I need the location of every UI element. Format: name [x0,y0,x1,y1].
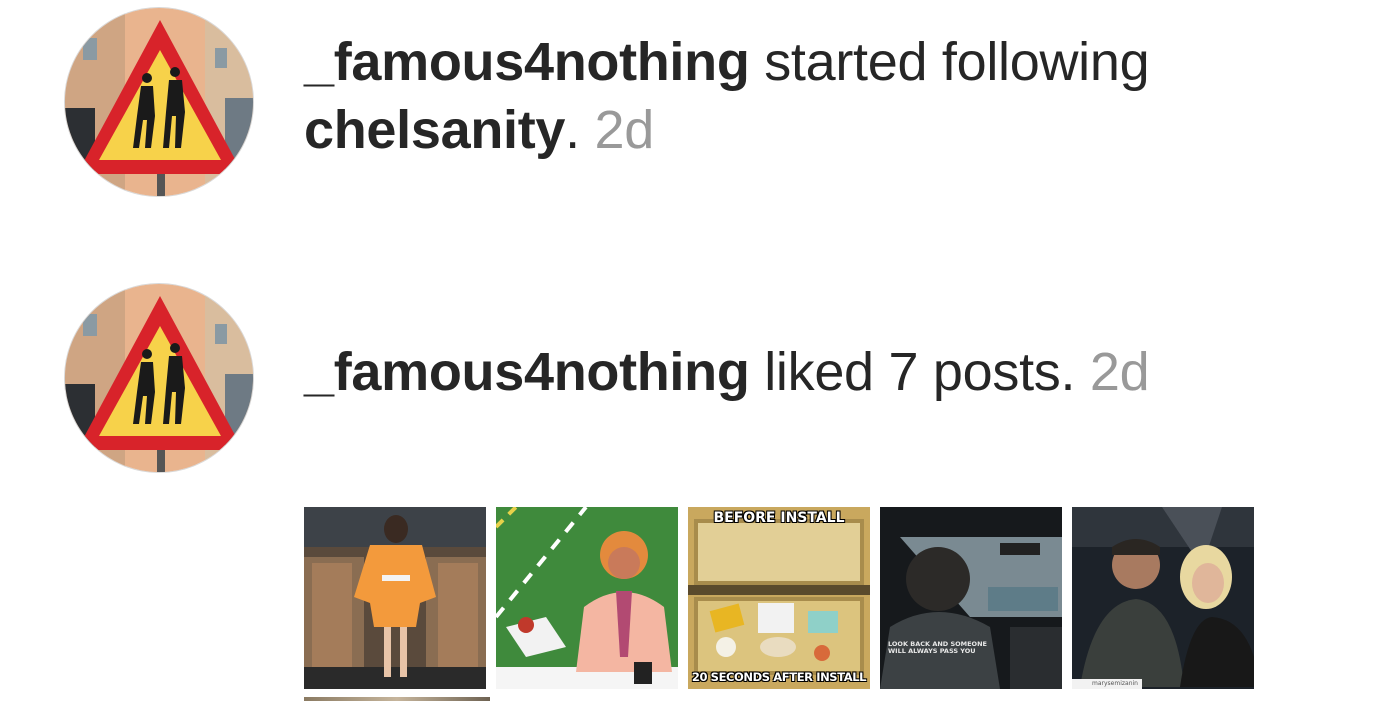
meme-caption-bottom: 20 SECONDS AFTER INSTALL [691,670,867,684]
activity-feed: _famous4nothing started following chelsa… [0,0,1396,701]
post-thumbnail-football-announcer[interactable] [496,507,678,689]
next-row-thumbnail-edge[interactable] [304,697,490,701]
notification-action: started following [764,32,1150,92]
notification-text: _famous4nothing started following chelsa… [304,28,1150,164]
meme-caption-top: BEFORE INSTALL [713,510,845,526]
timestamp: 2d [1089,342,1150,402]
post-thumbnail-before-after-install[interactable]: BEFORE INSTALL 20 SECONDS AFTER INSTALL [688,507,870,689]
image-watermark: marysemizanin [1092,680,1138,687]
image-caption: LOOK BACK AND SOMEONE WILL ALWAYS PASS Y… [888,640,987,655]
username-link[interactable]: _famous4nothing [304,32,750,92]
post-thumbnail-orange-outfit[interactable] [304,507,486,689]
pedestrian-warning-sign-icon [65,8,253,196]
post-thumbnail-couple-selfie[interactable]: marysemizanin [1072,507,1254,689]
pedestrian-warning-sign-icon [65,284,253,472]
timestamp: 2d [594,100,655,160]
notification-text: _famous4nothing liked 7 posts. 2d [304,338,1150,406]
avatar[interactable] [64,7,254,197]
username-link[interactable]: _famous4nothing [304,342,750,402]
post-thumbnail-car-driver[interactable]: LOOK BACK AND SOMEONE WILL ALWAYS PASS Y… [880,507,1062,689]
target-username-link[interactable]: chelsanity [304,100,565,160]
punctuation: . [565,100,580,160]
avatar[interactable] [64,283,254,473]
notification-action: liked 7 posts. [764,342,1076,402]
